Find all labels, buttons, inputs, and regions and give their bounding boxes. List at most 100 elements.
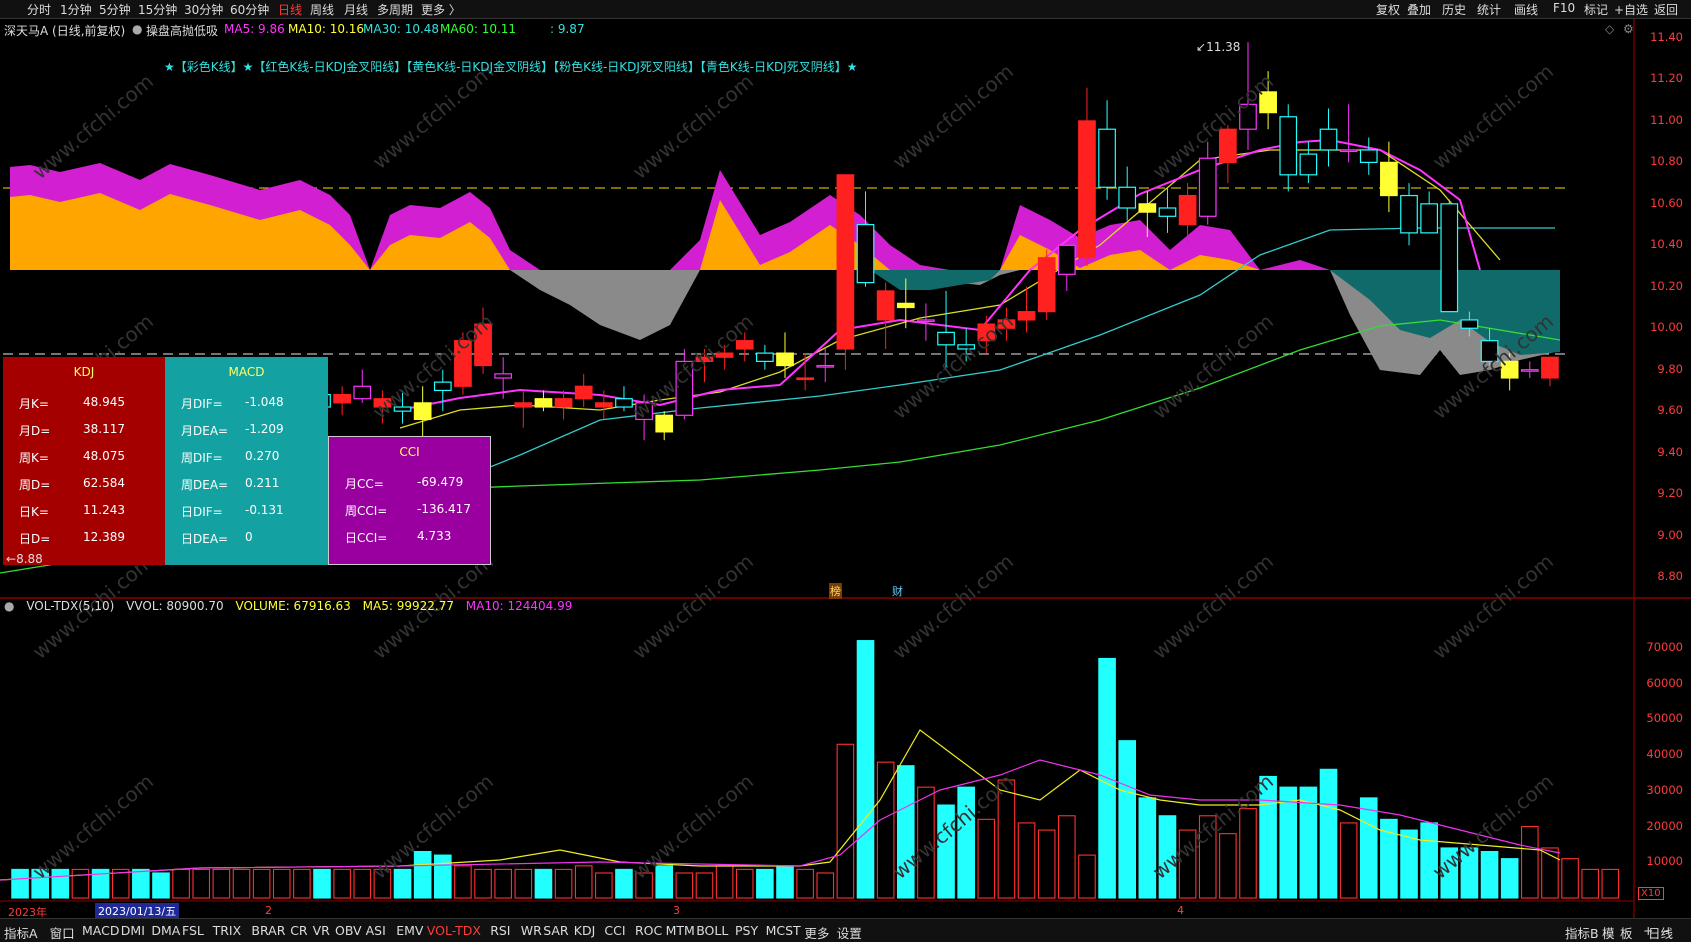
indicator-tab-10[interactable]: OBV xyxy=(335,923,362,938)
ma60-value: MA60: 10.11 xyxy=(440,22,517,36)
period-3[interactable]: 15分钟 xyxy=(138,1,177,18)
candle-body xyxy=(413,402,432,421)
top-right-7[interactable]: +自选 xyxy=(1614,1,1648,18)
macd-label: 月DEA= xyxy=(181,424,229,438)
top-right-4[interactable]: 画线 xyxy=(1514,1,1538,18)
volume-bar xyxy=(574,865,593,899)
period-1[interactable]: 1分钟 xyxy=(60,1,92,18)
volume-bar xyxy=(494,868,512,899)
volume-bar xyxy=(1279,786,1298,899)
indicator-tab-2[interactable]: MACD xyxy=(82,923,119,938)
indicator-tab-21[interactable]: BOLL xyxy=(696,923,728,938)
volume-bar xyxy=(353,868,372,899)
indicator-tab-15[interactable]: WR xyxy=(521,923,542,938)
volume-collapse-icon[interactable]: ● xyxy=(4,599,14,613)
indicator-tab-12[interactable]: EMV xyxy=(396,923,423,938)
indicator-tab-22[interactable]: PSY xyxy=(735,923,758,938)
volume-tick: 10000 xyxy=(1646,854,1683,869)
macd-value: 0 xyxy=(245,530,253,544)
macd-title: MACD xyxy=(228,365,265,379)
volume-bar xyxy=(454,865,472,899)
indicator-tab-25[interactable]: 设置 xyxy=(837,923,862,942)
diamond-icon[interactable]: ◇ xyxy=(1605,22,1614,36)
period-10[interactable]: 更多 〉 xyxy=(421,1,461,18)
volume-value: VOLUME: 67916.63 xyxy=(235,599,351,613)
period-5[interactable]: 60分钟 xyxy=(230,1,269,18)
candle-body xyxy=(574,385,593,400)
watermark-text: www.cfchi.com xyxy=(368,769,498,884)
indicator-tab-9[interactable]: VR xyxy=(313,923,330,938)
top-right-8[interactable]: 返回 xyxy=(1654,1,1678,18)
indicator-tab-3[interactable]: DMI xyxy=(121,923,145,938)
candle-body xyxy=(1380,161,1398,197)
gear-icon[interactable]: ⚙ xyxy=(1623,22,1634,36)
macd-label: 日DIF= xyxy=(181,505,223,519)
ma30-value: MA30: 10.48 xyxy=(363,22,440,36)
volume-bar xyxy=(313,868,331,899)
high-price-value: 11.38 xyxy=(1206,40,1241,54)
collapse-icon[interactable]: ● xyxy=(132,22,142,36)
period-7[interactable]: 周线 xyxy=(310,1,334,18)
bottom-right-2[interactable]: 板 xyxy=(1620,923,1633,942)
period-4[interactable]: 30分钟 xyxy=(184,1,223,18)
bottom-right-1[interactable]: 模 xyxy=(1602,923,1615,942)
indicator-tab-6[interactable]: TRIX xyxy=(213,923,242,938)
top-right-2[interactable]: 历史 xyxy=(1442,1,1466,18)
indicator-tab-11[interactable]: ASI xyxy=(366,923,386,938)
top-right-3[interactable]: 统计 xyxy=(1477,1,1501,18)
top-right-5[interactable]: F10 xyxy=(1553,1,1575,15)
top-right-6[interactable]: 标记 xyxy=(1584,1,1608,18)
period-2[interactable]: 5分钟 xyxy=(99,1,131,18)
candle xyxy=(1319,108,1338,167)
indicator-tab-19[interactable]: ROC xyxy=(635,923,662,938)
period-0[interactable]: 分时 xyxy=(27,1,51,18)
volume-bar xyxy=(1138,797,1157,899)
candle-body xyxy=(836,174,855,350)
period-9[interactable]: 多周期 xyxy=(377,1,413,18)
candle-body xyxy=(1520,369,1539,372)
indicator-tab-14[interactable]: RSI xyxy=(490,923,510,938)
indicator-tab-1[interactable]: 窗口 xyxy=(50,923,75,942)
indicator-tab-20[interactable]: MTM xyxy=(666,923,695,938)
macd-value: 0.211 xyxy=(245,476,280,490)
watermark-text: www.cfchi.com xyxy=(1428,59,1558,174)
indicator-tab-23[interactable]: MCST xyxy=(766,923,801,938)
indicator-tab-24[interactable]: 更多 xyxy=(804,923,829,942)
cci-value: -69.479 xyxy=(417,475,464,489)
candle-body xyxy=(1017,311,1036,321)
mark-cai[interactable]: 财 xyxy=(892,583,903,599)
cci-value: 4.733 xyxy=(417,529,452,543)
candle-body xyxy=(1299,153,1318,176)
bottom-right-5[interactable]: 日线 xyxy=(1648,923,1673,942)
indicator-tab-5[interactable]: FSL xyxy=(182,923,204,938)
indicator-tab-8[interactable]: CR xyxy=(290,923,307,938)
candle-body xyxy=(1098,128,1116,188)
volume-bar xyxy=(333,868,351,899)
period-6[interactable]: 日线 xyxy=(278,1,302,18)
candle-body xyxy=(494,373,513,379)
indicator-tab-4[interactable]: DMA xyxy=(151,923,180,938)
indicator-tab-16[interactable]: SAR xyxy=(543,923,568,938)
period-8[interactable]: 月线 xyxy=(344,1,368,18)
top-right-0[interactable]: 复权 xyxy=(1376,1,1400,18)
bottom-right-0[interactable]: 指标B xyxy=(1565,923,1599,942)
indicator-tab-7[interactable]: BRAR xyxy=(251,923,285,938)
price-tick: 8.80 xyxy=(1657,569,1683,583)
candle xyxy=(1299,141,1318,184)
stock-title[interactable]: 深天马A (日线,前复权) xyxy=(4,22,125,39)
indicator-tab-18[interactable]: CCI xyxy=(604,923,625,938)
ma10-value: MA10: 10.16 xyxy=(288,22,365,36)
vol-indicator-name[interactable]: VOL-TDX(5,10) xyxy=(26,599,114,613)
volume-bar xyxy=(1359,797,1378,899)
indicator-tab-17[interactable]: KDJ xyxy=(574,923,596,938)
indicator-name[interactable]: 操盘高抛低吸 xyxy=(146,22,218,39)
date-cursor: 2023/01/13/五 xyxy=(95,903,180,919)
indicator-tab-13[interactable]: VOL-TDX xyxy=(427,923,481,938)
kdj-label: 月D= xyxy=(19,424,51,438)
volume-bar xyxy=(272,868,291,899)
mark-bang[interactable]: 榜 xyxy=(829,583,842,599)
indicator-tab-0[interactable]: 指标A xyxy=(4,923,38,942)
period-toolbar: 分时 1分钟 5分钟 15分钟 30分钟 60分钟 日线 周线 月线 多周期 更多 〉 复权 叠加 历史统… xyxy=(0,0,1691,19)
top-right-1[interactable]: 叠加 xyxy=(1407,1,1431,18)
macd-label: 周DIF= xyxy=(181,451,223,465)
